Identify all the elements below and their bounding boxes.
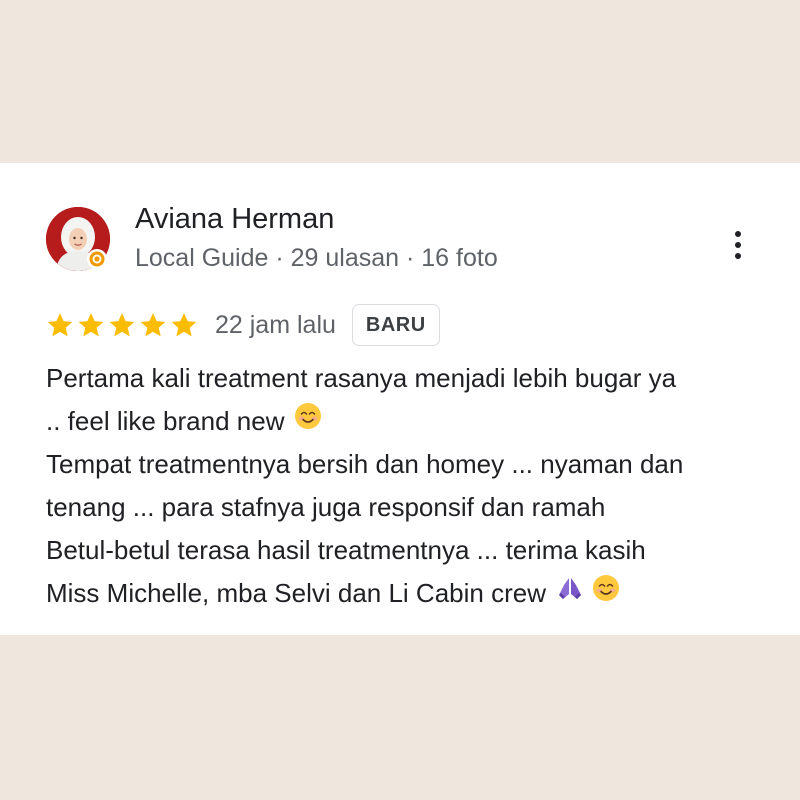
review-text: Pertama kali treatment rasanya menjadi l… xyxy=(46,357,776,615)
reviewer-name[interactable]: Aviana Herman xyxy=(135,203,334,236)
avatar[interactable] xyxy=(46,207,110,271)
review-card: Aviana Herman Local Guide · 29 ulasan · … xyxy=(0,163,800,635)
more-vert-icon[interactable] xyxy=(722,223,754,267)
star-icon xyxy=(140,313,166,337)
review-line: Betul-betul terasa hasil treatmentnya ..… xyxy=(46,535,646,565)
star-icon xyxy=(78,313,104,337)
star-icon xyxy=(47,313,73,337)
star-icon xyxy=(171,313,197,337)
review-line: Tempat treatmentnya bersih dan homey ...… xyxy=(46,449,684,479)
smiling-face-icon xyxy=(592,572,620,615)
star-rating xyxy=(46,311,198,339)
star-icon xyxy=(109,313,135,337)
review-time: 22 jam lalu xyxy=(215,310,336,339)
folded-hands-icon xyxy=(556,572,584,615)
review-line: Miss Michelle, mba Selvi dan Li Cabin cr… xyxy=(46,572,776,615)
reviewer-meta[interactable]: Local Guide · 29 ulasan · 16 foto xyxy=(135,244,498,273)
review-line: tenang ... para stafnya juga responsif d… xyxy=(46,492,606,522)
review-line: Pertama kali treatment rasanya menjadi l… xyxy=(46,363,677,393)
smiling-face-icon xyxy=(294,400,322,443)
rating-row: 22 jam lalu BARU xyxy=(46,303,440,347)
new-badge: BARU xyxy=(351,304,440,346)
review-line: .. feel like brand new xyxy=(46,400,776,443)
local-guide-badge-icon xyxy=(87,249,107,269)
